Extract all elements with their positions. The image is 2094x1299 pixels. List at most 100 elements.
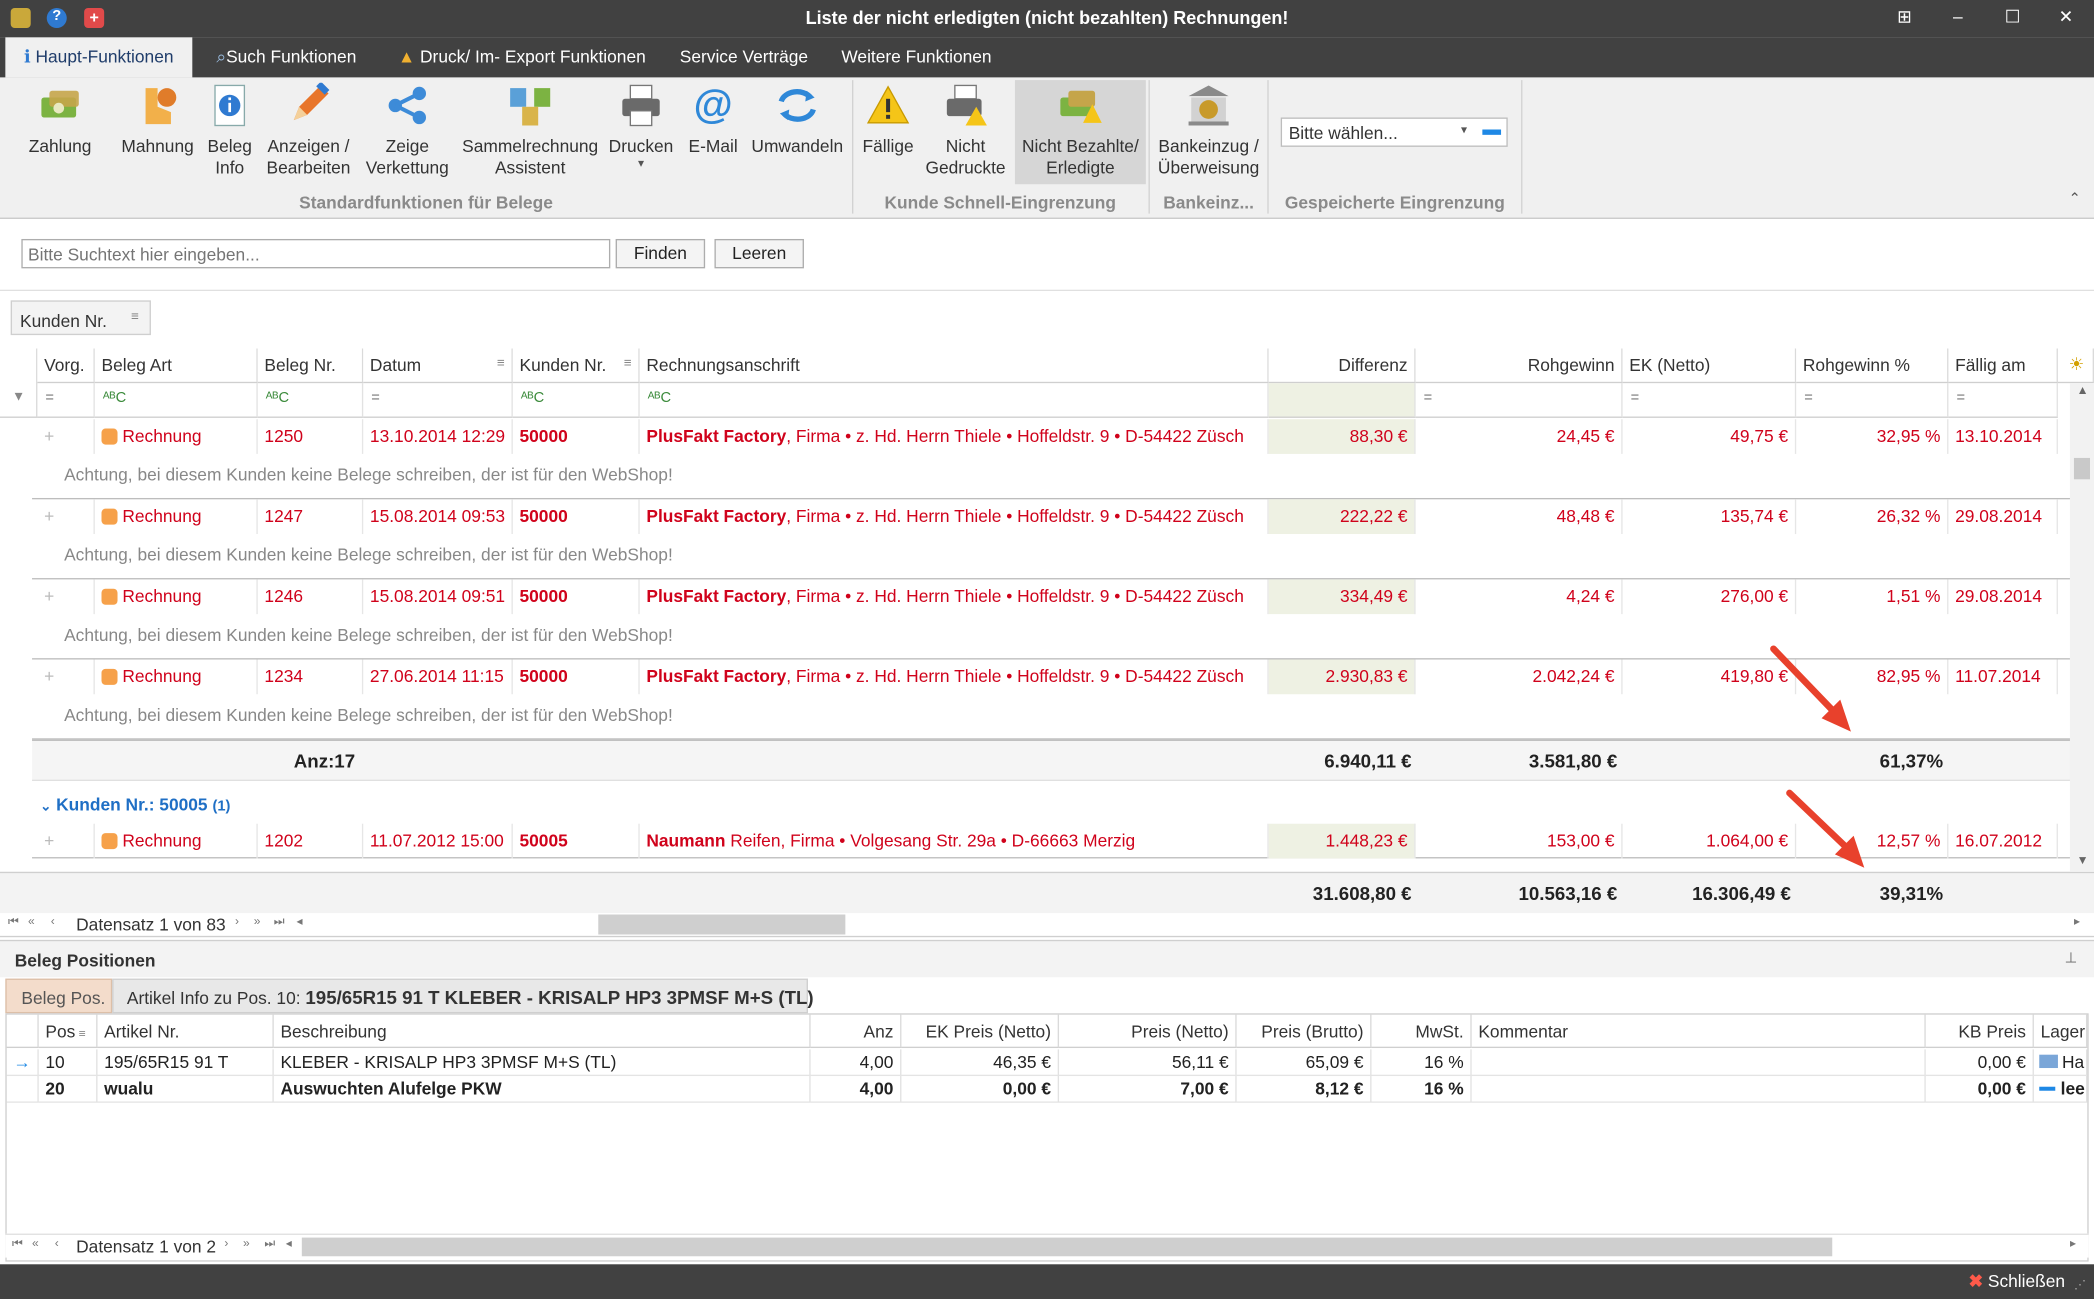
- col-header-rechnungsanschrift[interactable]: Rechnungsanschrift: [639, 348, 1269, 384]
- zahlung-button[interactable]: Zahlung: [24, 83, 96, 158]
- nav-prev-page-icon[interactable]: «: [32, 1236, 39, 1249]
- collapse-ribbon-icon[interactable]: ⌃: [2069, 190, 2081, 207]
- col-header-rohgewinn[interactable]: Rohgewinn: [1415, 348, 1623, 384]
- col-header-beschreibung[interactable]: Beschreibung: [273, 1014, 811, 1049]
- col-header-beleg-art[interactable]: Beleg Art: [94, 348, 258, 384]
- search-input[interactable]: [21, 238, 611, 269]
- col-header-ek-netto[interactable]: EK (Netto): [1622, 348, 1797, 384]
- tab-beleg-pos[interactable]: Beleg Pos.: [5, 978, 113, 1014]
- scroll-right-icon[interactable]: ▸: [2074, 915, 2080, 930]
- close-button[interactable]: ✖ Schließen: [1968, 1271, 2065, 1292]
- tab-artikel-info[interactable]: Artikel Info zu Pos. 10: 195/65R15 91 T …: [112, 978, 814, 1014]
- faellige-button[interactable]: Fällige: [860, 83, 916, 158]
- tab-such-funktionen[interactable]: ⌕Such Funktionen: [216, 47, 356, 68]
- col-header-beleg-nr[interactable]: Beleg Nr.: [257, 348, 364, 384]
- column-chooser-icon[interactable]: ☀: [2057, 348, 2094, 384]
- col-header-ek-preis[interactable]: EK Preis (Netto): [901, 1014, 1060, 1049]
- col-header-vorg[interactable]: Vorg.: [37, 348, 95, 384]
- expand-icon[interactable]: +: [44, 586, 54, 606]
- zeige-verkettung-button[interactable]: Zeige Verkettung: [363, 83, 451, 179]
- email-button[interactable]: @ E-Mail: [684, 83, 743, 158]
- nav-next-icon[interactable]: ›: [224, 1236, 228, 1249]
- filter-ek[interactable]: =: [1622, 383, 1797, 418]
- col-header-preis-brutto[interactable]: Preis (Brutto): [1236, 1014, 1372, 1049]
- nav-prev-icon[interactable]: ‹: [55, 1236, 59, 1249]
- group-header-50005[interactable]: ⌄ Kunden Nr.: 50005 (1): [40, 794, 230, 814]
- mahnung-button[interactable]: Mahnung: [120, 83, 195, 158]
- col-header-lager[interactable]: Lager: [2033, 1014, 2088, 1049]
- layout-icon[interactable]: ⊞: [1891, 7, 1918, 28]
- clear-button[interactable]: Leeren: [714, 238, 804, 269]
- filter-faellig[interactable]: =: [1948, 383, 2058, 418]
- filter-beleg-nr[interactable]: ᴬᴮC: [257, 383, 364, 418]
- scroll-left-icon[interactable]: ◂: [296, 915, 302, 930]
- maximize-button[interactable]: ☐: [1999, 7, 2026, 28]
- filter-anschrift[interactable]: ᴬᴮC: [639, 383, 1269, 418]
- col-header-kb-preis[interactable]: KB Preis: [1925, 1014, 2034, 1049]
- sammelrechnung-assistent-button[interactable]: Sammelrechnung Assistent: [462, 83, 598, 179]
- col-header-kunden-nr[interactable]: Kunden Nr. ≡: [512, 348, 640, 384]
- resize-grip-icon[interactable]: ⋰: [2074, 1278, 2086, 1293]
- beleg-info-button[interactable]: Beleg Info: [203, 83, 256, 179]
- col-header-preis-netto[interactable]: Preis (Netto): [1059, 1014, 1237, 1049]
- find-button[interactable]: Finden: [615, 238, 706, 269]
- scroll-down-icon[interactable]: ▼: [2077, 853, 2089, 866]
- scroll-thumb[interactable]: [2073, 457, 2090, 480]
- nav-last-icon[interactable]: ⏭: [274, 915, 285, 930]
- vertical-scrollbar[interactable]: ▲ ▼: [2069, 383, 2094, 872]
- gespeicherte-eingrenzung-select[interactable]: Bitte wählen... ▾: [1280, 117, 1508, 147]
- filter-datum[interactable]: =: [363, 383, 513, 418]
- expand-icon[interactable]: +: [44, 506, 54, 526]
- nav-next-page-icon[interactable]: »: [243, 1236, 250, 1249]
- filter-vorg[interactable]: =: [37, 383, 95, 418]
- row-indicator[interactable]: [6, 1076, 39, 1103]
- horizontal-scroll-thumb[interactable]: [598, 914, 846, 935]
- nav-last-icon[interactable]: ⏭: [264, 1236, 275, 1251]
- row-indicator[interactable]: →: [6, 1049, 39, 1077]
- scroll-left-icon[interactable]: ◂: [286, 1236, 292, 1251]
- col-header-faellig[interactable]: Fällig am: [1948, 348, 2058, 384]
- expand-icon[interactable]: +: [44, 830, 54, 850]
- tab-haupt-funktionen[interactable]: ℹ Haupt-Funktionen: [5, 37, 193, 78]
- col-header-rohgewinn-pct[interactable]: Rohgewinn %: [1796, 348, 1949, 384]
- filter-differenz[interactable]: [1268, 383, 1416, 418]
- horizontal-scroll-thumb[interactable]: [301, 1237, 1833, 1257]
- filter-rohgewinn-pct[interactable]: =: [1796, 383, 1949, 418]
- umwandeln-button[interactable]: Umwandeln: [751, 83, 844, 158]
- pin-icon[interactable]: ⊥: [2065, 949, 2078, 967]
- tab-druck-export[interactable]: ▲ Druck/ Im- Export Funktionen: [398, 47, 646, 67]
- col-header-anz[interactable]: Anz: [810, 1014, 902, 1049]
- filter-kunden-nr[interactable]: ᴬᴮC: [512, 383, 640, 418]
- nav-first-icon[interactable]: ⏮: [12, 1236, 23, 1251]
- nav-next-page-icon[interactable]: »: [254, 915, 261, 928]
- anzeigen-bearbeiten-button[interactable]: Anzeigen / Bearbeiten: [264, 81, 352, 179]
- chevron-down-icon[interactable]: ⌄: [40, 800, 51, 815]
- nav-first-icon[interactable]: ⏮: [8, 915, 19, 930]
- minimize-button[interactable]: –: [1944, 7, 1971, 27]
- nicht-gedruckte-button[interactable]: Nicht Gedruckte: [924, 83, 1007, 179]
- expand-icon[interactable]: +: [44, 666, 54, 686]
- clear-select-icon[interactable]: [1482, 129, 1502, 135]
- group-chip-kunden-nr[interactable]: Kunden Nr. ≡: [10, 300, 151, 336]
- nicht-bezahlte-button[interactable]: Nicht Bezahlte/ Erledigte: [1014, 80, 1146, 185]
- col-header-artikel-nr[interactable]: Artikel Nr.: [97, 1014, 274, 1049]
- col-header-kommentar[interactable]: Kommentar: [1471, 1014, 1926, 1049]
- nav-next-icon[interactable]: ›: [235, 915, 239, 928]
- col-header-pos[interactable]: Pos ≡: [38, 1014, 98, 1049]
- col-header-datum[interactable]: Datum ≡: [363, 348, 513, 384]
- col-header-mwst[interactable]: MwSt.: [1371, 1014, 1472, 1049]
- scroll-up-icon[interactable]: ▲: [2077, 383, 2089, 396]
- chevron-down-icon[interactable]: ▾: [1461, 123, 1467, 138]
- filter-beleg-art[interactable]: ᴬᴮC: [94, 383, 258, 418]
- filter-rohgewinn[interactable]: =: [1415, 383, 1623, 418]
- col-header-differenz[interactable]: Differenz: [1268, 348, 1416, 384]
- filter-icon[interactable]: ▼: [12, 390, 25, 405]
- bankeinzug-button[interactable]: Bankeinzug / Überweisung: [1154, 83, 1264, 179]
- nav-prev-page-icon[interactable]: «: [28, 915, 35, 928]
- tab-service-vertraege[interactable]: Service Verträge: [680, 47, 808, 67]
- scroll-right-icon[interactable]: ▸: [2070, 1236, 2076, 1251]
- tab-weitere-funktionen[interactable]: Weitere Funktionen: [841, 47, 991, 67]
- close-window-button[interactable]: ✕: [2053, 7, 2080, 28]
- expand-icon[interactable]: +: [44, 426, 54, 446]
- nav-prev-icon[interactable]: ‹: [51, 915, 55, 928]
